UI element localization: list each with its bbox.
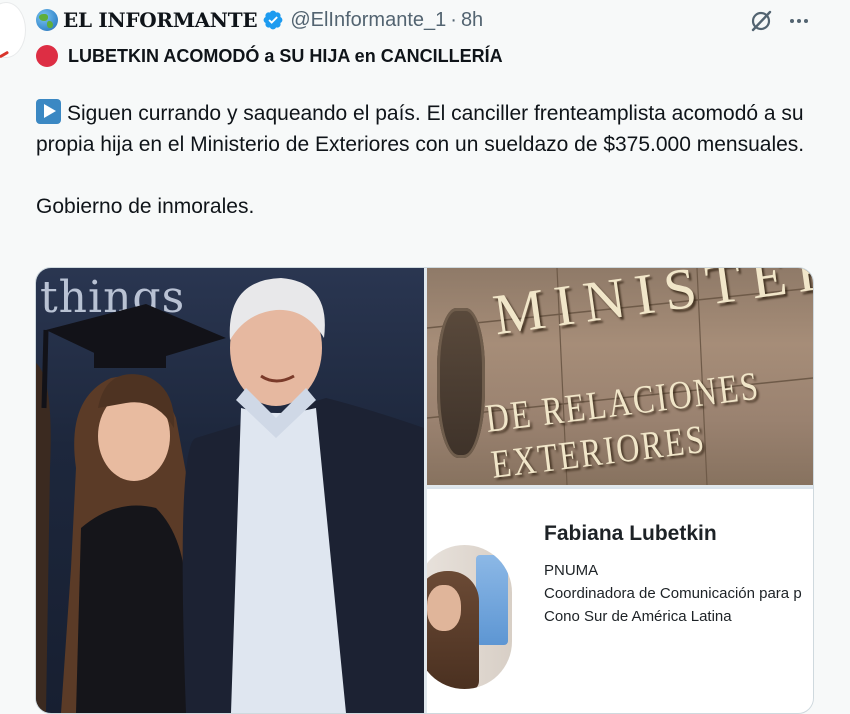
media-photo-ministry-sign[interactable]: MINISTERIO DE RELACIONES EXTERIORES xyxy=(427,268,813,485)
play-button-emoji-icon xyxy=(36,99,61,124)
more-icon[interactable] xyxy=(786,8,812,34)
media-photo-graduation[interactable]: things xyxy=(36,268,424,713)
profile-photo xyxy=(427,545,512,689)
verified-badge-icon[interactable] xyxy=(262,9,284,31)
tweet-paragraph-1-text: Siguen currando y saqueando el país. El … xyxy=(36,102,805,156)
globe-emoji-icon xyxy=(36,9,58,31)
author-avatar[interactable] xyxy=(0,2,26,59)
card-top-divider xyxy=(427,487,813,489)
profile-region: Cono Sur de América Latina xyxy=(544,608,732,625)
tweet-headline-line: LUBETKIN ACOMODÓ a SU HIJA en CANCILLERÍ… xyxy=(36,42,503,70)
tweet-media-grid: things MINISTERIO DE RELACIONES EXTERIOR… xyxy=(35,267,814,714)
coat-of-arms-emblem xyxy=(437,308,485,458)
profile-role: Coordinadora de Comunicación para p xyxy=(544,585,802,602)
tweet-timestamp[interactable]: 8h xyxy=(461,9,483,32)
profile-organization: PNUMA xyxy=(544,562,599,579)
tweet-body: Siguen currando y saqueando el país. El … xyxy=(36,98,826,222)
separator-dot: · xyxy=(450,8,457,31)
tweet-headline: LUBETKIN ACOMODÓ a SU HIJA en CANCILLERÍ… xyxy=(68,45,503,66)
author-name[interactable]: EL INFORMANTE xyxy=(63,8,258,32)
tweet-header: EL INFORMANTE @ElInformante_1 · 8h xyxy=(36,6,850,34)
tweet-paragraph-2: Gobierno de inmorales. xyxy=(36,195,255,218)
media-linkedin-profile[interactable]: Fabiana Lubetkin PNUMA Coordinadora de C… xyxy=(427,487,813,713)
avatar-red-mark xyxy=(0,50,10,59)
author-handle[interactable]: @ElInformante_1 xyxy=(290,9,446,32)
graduation-photo-illustration xyxy=(36,278,424,713)
profile-name: Fabiana Lubetkin xyxy=(544,522,717,545)
tweet-paragraph-1: Siguen currando y saqueando el país. El … xyxy=(36,98,826,160)
red-circle-emoji-icon xyxy=(36,45,58,67)
grok-icon[interactable] xyxy=(748,8,774,34)
